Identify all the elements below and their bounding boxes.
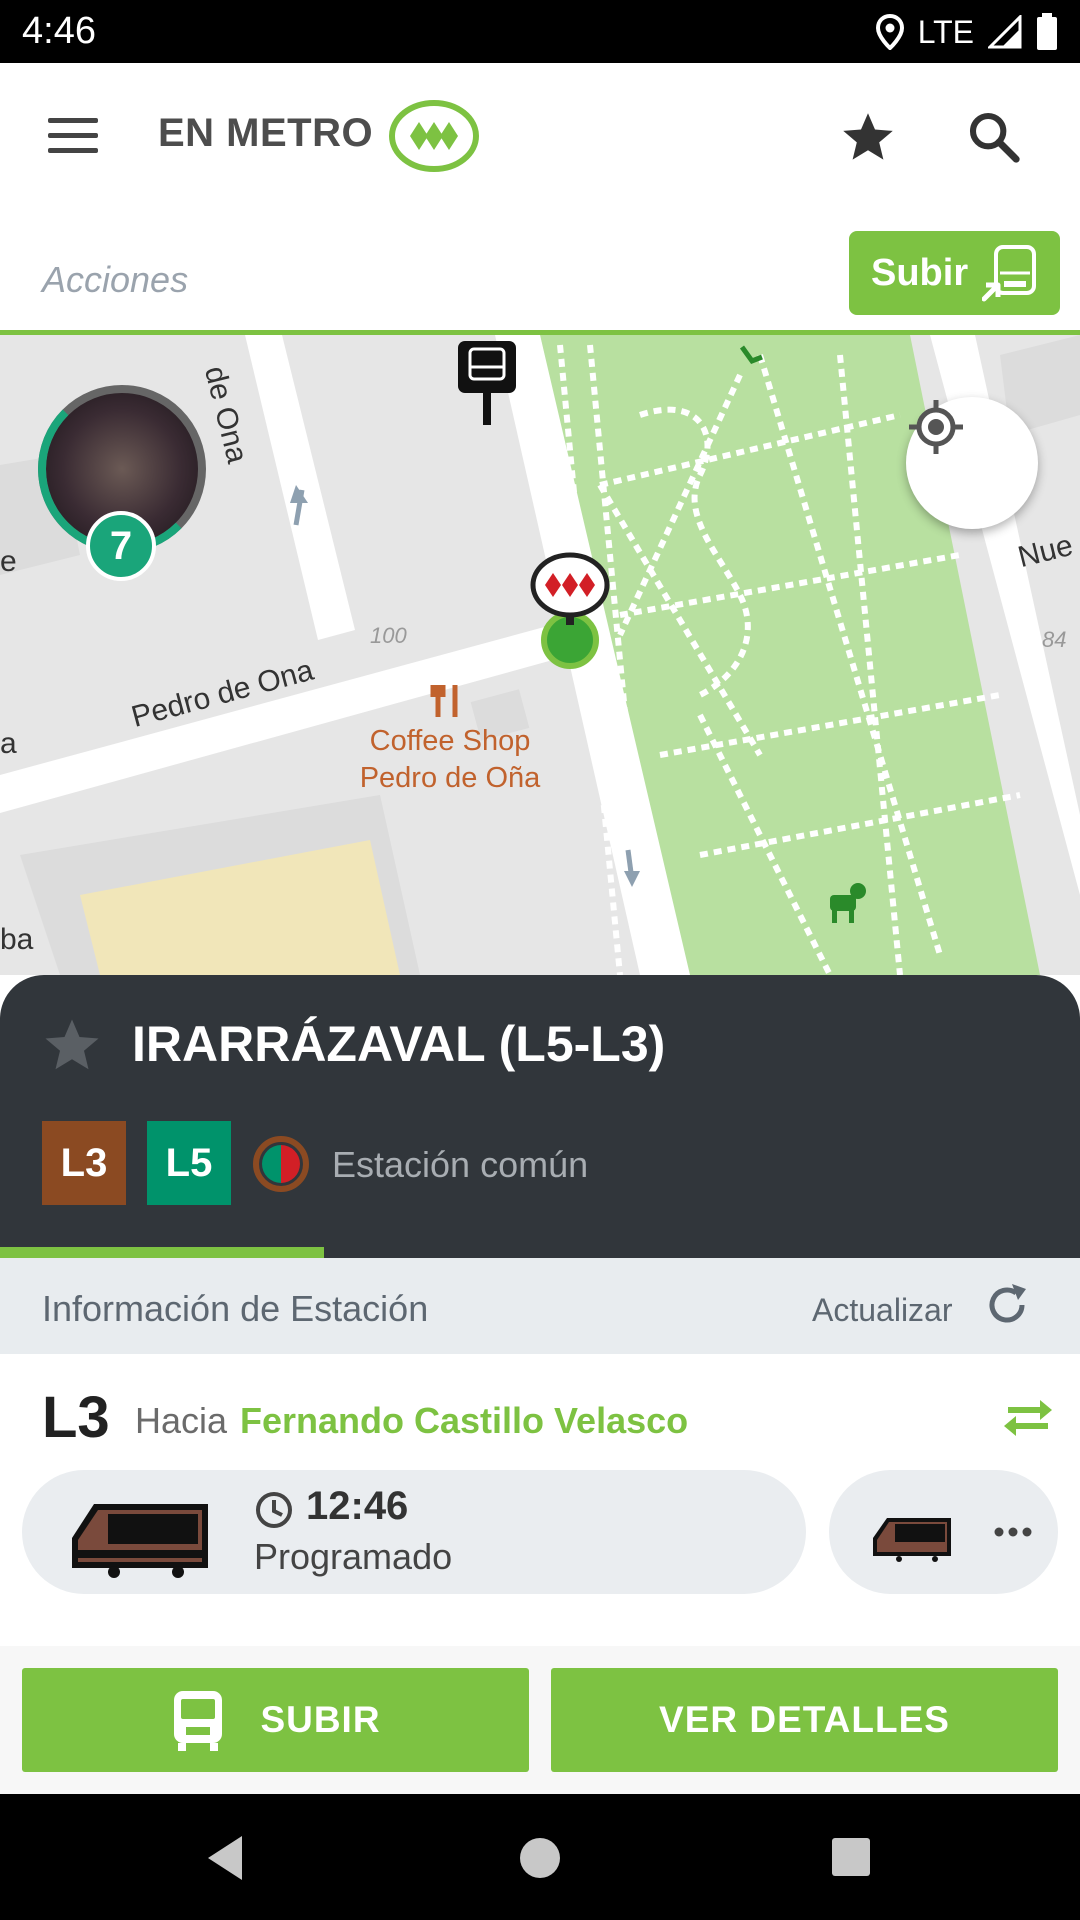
station-info-title: Información de Estación bbox=[42, 1288, 429, 1329]
signal-icon bbox=[988, 15, 1022, 49]
group-count-badge: 7 bbox=[86, 511, 156, 581]
status-bar: 4:46 LTE bbox=[0, 0, 1080, 63]
next-train-card[interactable]: 12:46 Programado bbox=[22, 1470, 806, 1594]
app-title: EN METRO bbox=[158, 111, 374, 155]
board-button-label: Subir bbox=[871, 251, 969, 294]
details-button-label: VER DETALLES bbox=[659, 1699, 950, 1740]
direction-row: L3 Hacia Fernando Castillo Velasco bbox=[0, 1354, 1080, 1464]
favorite-star-icon[interactable] bbox=[840, 109, 896, 165]
loading-progress-fill bbox=[0, 1247, 324, 1258]
station-name: IRARRÁZAVAL (L5-L3) bbox=[132, 1016, 666, 1072]
swap-direction-icon[interactable] bbox=[1000, 1390, 1056, 1446]
line-badge-l5[interactable]: L5 bbox=[147, 1121, 231, 1205]
refresh-icon[interactable] bbox=[982, 1280, 1032, 1330]
direction-destination: Fernando Castillo Velasco bbox=[240, 1400, 689, 1441]
street-label-edge-2: a bbox=[0, 727, 17, 760]
clock-icon bbox=[256, 1492, 292, 1528]
train-icon bbox=[72, 1504, 208, 1578]
board-train-icon bbox=[982, 245, 1037, 302]
map-view[interactable]: de Ona Pedro de Ona Nue e a ba 100 84 Co… bbox=[0, 335, 1080, 975]
metro-logo-icon bbox=[389, 100, 479, 172]
train-front-icon bbox=[174, 1691, 223, 1751]
second-train-card[interactable] bbox=[829, 1470, 1058, 1594]
street-label-edge-3: ba bbox=[0, 923, 34, 956]
status-time: 4:46 bbox=[22, 10, 96, 52]
actions-label: Acciones bbox=[42, 259, 189, 300]
crosshair-icon bbox=[909, 400, 963, 454]
address-number: 100 bbox=[370, 623, 407, 648]
eta-status: Programado bbox=[254, 1536, 453, 1577]
back-icon[interactable] bbox=[204, 1834, 248, 1882]
common-station-label: Estación común bbox=[332, 1144, 589, 1185]
battery-icon bbox=[1037, 13, 1057, 50]
street-label-edge-1: e bbox=[0, 545, 17, 578]
poi-name-line2: Pedro de Oña bbox=[359, 762, 541, 794]
board-button-label: SUBIR bbox=[260, 1699, 381, 1740]
my-location-button[interactable] bbox=[906, 397, 1038, 529]
station-favorite-star-icon[interactable] bbox=[42, 1015, 102, 1075]
direction-toward-label: Hacia bbox=[135, 1400, 228, 1441]
system-nav-bar bbox=[0, 1794, 1080, 1920]
search-icon[interactable] bbox=[966, 109, 1022, 165]
home-icon[interactable] bbox=[518, 1836, 562, 1880]
network-label: LTE bbox=[917, 13, 974, 50]
poi-coffee-shop[interactable]: Coffee Shop Pedro de Oña bbox=[340, 723, 560, 797]
board-button[interactable]: SUBIR bbox=[22, 1668, 529, 1772]
location-icon bbox=[875, 14, 904, 50]
refresh-label[interactable]: Actualizar bbox=[812, 1292, 953, 1329]
line-badge-l3[interactable]: L3 bbox=[42, 1121, 126, 1205]
station-sheet: IRARRÁZAVAL (L5-L3) L3 L5 Estación común bbox=[0, 975, 1080, 1258]
common-station-icon bbox=[253, 1136, 309, 1192]
recents-icon[interactable] bbox=[830, 1836, 872, 1878]
poi-name-line1: Coffee Shop bbox=[369, 725, 531, 757]
eta-time: 12:46 bbox=[306, 1484, 409, 1528]
status-icons: LTE bbox=[875, 8, 1058, 56]
train-icon bbox=[873, 1518, 951, 1562]
app-header: EN METRO bbox=[0, 63, 1080, 213]
actions-bar: Acciones Subir bbox=[0, 213, 1080, 335]
address-number: 84 bbox=[1042, 627, 1067, 652]
station-info-header: Información de Estación Actualizar bbox=[0, 1258, 1080, 1354]
more-dots-icon[interactable] bbox=[993, 1526, 1033, 1538]
menu-icon[interactable] bbox=[48, 118, 98, 154]
board-button-top[interactable]: Subir bbox=[849, 231, 1060, 315]
details-button[interactable]: VER DETALLES bbox=[551, 1668, 1058, 1772]
direction-line: L3 bbox=[42, 1385, 110, 1450]
